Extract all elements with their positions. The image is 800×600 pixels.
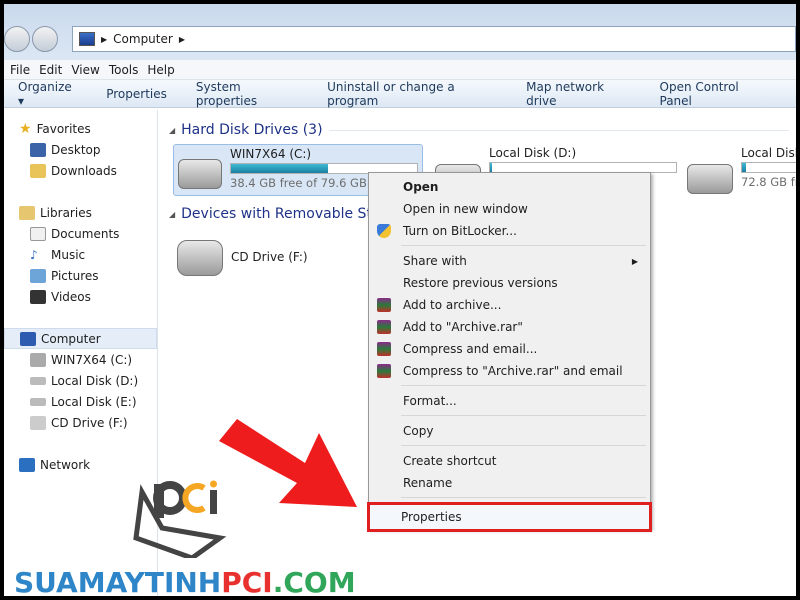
menu-item-copy[interactable]: Copy	[371, 420, 648, 442]
separator	[401, 497, 646, 498]
system-properties-button[interactable]: System properties	[196, 80, 298, 108]
separator	[401, 445, 646, 446]
winrar-icon	[377, 298, 391, 312]
menu-help[interactable]: Help	[145, 63, 181, 77]
downloads-folder-icon	[30, 163, 46, 178]
uninstall-program-button[interactable]: Uninstall or change a program	[327, 80, 497, 108]
winrar-icon	[377, 342, 391, 356]
pictures-icon	[30, 268, 46, 283]
address-bar[interactable]: ▶ Computer ▶	[72, 26, 796, 52]
back-button[interactable]	[4, 26, 30, 52]
sidebar-item-c-drive[interactable]: WIN7X64 (C:)	[4, 349, 157, 370]
winrar-icon	[377, 364, 391, 378]
menu-item-share-with[interactable]: Share with ▶	[371, 250, 648, 272]
map-network-drive-button[interactable]: Map network drive	[526, 80, 630, 108]
computer-icon	[20, 331, 36, 346]
menu-item-add-rar[interactable]: Add to "Archive.rar"	[371, 316, 648, 338]
drive-icon	[30, 376, 46, 385]
windows-drive-icon	[178, 159, 222, 189]
sidebar-favorites[interactable]: ★ Favorites	[4, 118, 157, 139]
sidebar-item-d-drive[interactable]: Local Disk (D:)	[4, 370, 157, 391]
open-control-panel-button[interactable]: Open Control Panel	[660, 80, 768, 108]
libraries-icon	[19, 205, 35, 220]
drive-e[interactable]: Local Disk ( 72.8 GB free	[687, 146, 796, 194]
sidebar-item-music[interactable]: ♪ Music	[4, 244, 157, 265]
drive-icon	[687, 164, 733, 194]
separator	[401, 385, 646, 386]
sidebar-item-pictures[interactable]: Pictures	[4, 265, 157, 286]
sidebar-item-desktop[interactable]: Desktop	[4, 139, 157, 160]
menu-item-properties[interactable]: Properties	[367, 502, 652, 532]
menu-item-compress-rar-email[interactable]: Compress to "Archive.rar" and email	[371, 360, 648, 382]
breadcrumb-computer[interactable]: Computer	[113, 32, 173, 46]
desktop-icon	[30, 142, 46, 157]
explorer-window: ▶ Computer ▶ File Edit View Tools Help O…	[4, 4, 796, 596]
network-icon	[19, 457, 35, 472]
menu-item-restore-versions[interactable]: Restore previous versions	[371, 272, 648, 294]
computer-icon	[79, 32, 95, 46]
properties-button[interactable]: Properties	[106, 87, 167, 101]
red-arrow-annotation	[219, 419, 357, 507]
windows-drive-icon	[30, 352, 46, 367]
music-icon: ♪	[30, 247, 38, 262]
sidebar-item-downloads[interactable]: Downloads	[4, 160, 157, 181]
drive-cd-f[interactable]: CD Drive (F:)	[177, 234, 308, 276]
documents-icon	[30, 226, 46, 241]
menu-item-rename[interactable]: Rename	[371, 472, 648, 494]
menu-edit[interactable]: Edit	[37, 63, 69, 77]
star-icon: ★	[19, 120, 32, 137]
separator	[401, 415, 646, 416]
menu-item-open-new-window[interactable]: Open in new window	[371, 198, 648, 220]
sidebar-network[interactable]: Network	[4, 454, 157, 475]
cd-drive-icon	[177, 240, 223, 276]
winrar-icon	[377, 320, 391, 334]
sidebar-computer[interactable]: Computer	[4, 328, 157, 349]
chevron-right-icon[interactable]: ▶	[179, 35, 185, 44]
forward-button[interactable]	[32, 26, 58, 52]
sidebar-item-cd-drive[interactable]: CD Drive (F:)	[4, 412, 157, 433]
sidebar-item-e-drive[interactable]: Local Disk (E:)	[4, 391, 157, 412]
videos-icon	[30, 289, 46, 304]
menu-file[interactable]: File	[8, 63, 37, 77]
drive-icon	[30, 397, 46, 406]
group-hard-disk-drives[interactable]: ◢ Hard Disk Drives (3)	[169, 122, 789, 138]
menu-item-compress-email[interactable]: Compress and email...	[371, 338, 648, 360]
shield-icon	[377, 224, 391, 238]
context-menu: Open Open in new window Turn on BitLocke…	[367, 172, 652, 532]
title-bar: ▶ Computer ▶	[4, 4, 796, 60]
chevron-right-icon: ▶	[101, 34, 108, 44]
menu-view[interactable]: View	[69, 63, 106, 77]
pci-logo	[133, 480, 227, 558]
submenu-arrow-icon: ▶	[631, 256, 638, 266]
sidebar-item-documents[interactable]: Documents	[4, 223, 157, 244]
menu-item-open[interactable]: Open	[371, 176, 648, 198]
sidebar-item-videos[interactable]: Videos	[4, 286, 157, 307]
cd-drive-icon	[30, 415, 46, 430]
sidebar-libraries[interactable]: Libraries	[4, 202, 157, 223]
menu-bar: File Edit View Tools Help	[4, 60, 796, 80]
watermark-text: SUAMAYTINHPCI.COM	[14, 566, 356, 596]
usage-bar	[741, 162, 796, 173]
menu-item-create-shortcut[interactable]: Create shortcut	[371, 450, 648, 472]
organize-button[interactable]: Organize ▾	[18, 80, 77, 108]
menu-item-bitlocker[interactable]: Turn on BitLocker...	[371, 220, 648, 242]
menu-item-format[interactable]: Format...	[371, 390, 648, 412]
separator	[401, 245, 646, 246]
menu-tools[interactable]: Tools	[107, 63, 146, 77]
command-bar: Organize ▾ Properties System properties …	[4, 80, 796, 108]
menu-item-add-archive[interactable]: Add to archive...	[371, 294, 648, 316]
group-removable-storage[interactable]: ◢ Devices with Removable Sto	[169, 206, 381, 222]
